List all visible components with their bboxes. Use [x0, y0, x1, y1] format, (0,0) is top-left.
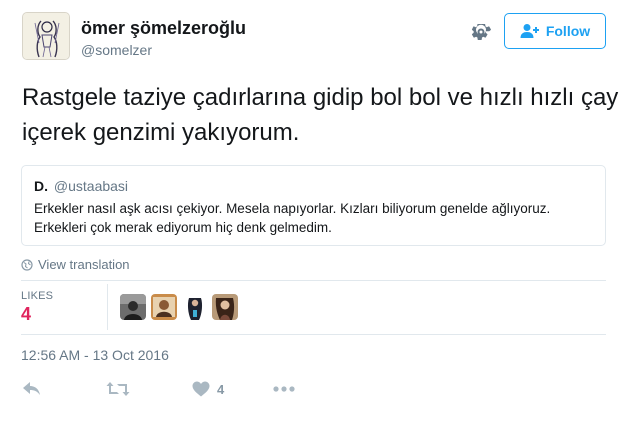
likes-label: LIKES — [21, 290, 54, 302]
liker-avatar[interactable] — [120, 294, 146, 320]
quoted-tweet[interactable]: D. @ustaabasi Erkekler nasıl aşk acısı ç… — [21, 165, 606, 246]
stats-divider-top — [21, 280, 606, 281]
liker-photo — [151, 294, 177, 320]
quoted-tweet-handle: @ustaabasi — [53, 178, 129, 194]
heart-icon — [192, 381, 210, 397]
retweet-button[interactable] — [106, 378, 130, 400]
likes-count[interactable]: 4 — [21, 304, 31, 325]
author-handle[interactable]: @somelzer — [81, 42, 152, 58]
avatar-sketch-image — [23, 13, 69, 59]
tweet-text: Rastgele taziye çadırlarına gidip bol bo… — [22, 84, 619, 146]
quoted-tweet-name: D. — [34, 178, 48, 194]
liker-photo — [182, 294, 208, 320]
like-count: 4 — [217, 381, 225, 397]
more-button[interactable] — [273, 378, 295, 400]
author-display-name[interactable]: ömer şömelzeroğlu — [81, 18, 246, 39]
follow-button-label: Follow — [545, 23, 591, 39]
follow-user-plus-icon — [520, 24, 539, 38]
view-translation-link[interactable]: View translation — [21, 257, 130, 272]
liker-photo — [120, 294, 146, 320]
quoted-tweet-header: D. @ustaabasi — [34, 178, 593, 194]
quoted-tweet-text: Erkekler nasıl aşk acısı çekiyor. Mesela… — [34, 201, 551, 235]
gear-icon[interactable] — [469, 20, 493, 44]
view-translation-label: View translation — [38, 257, 130, 272]
liker-avatar[interactable] — [182, 294, 208, 320]
globe-icon — [21, 258, 33, 271]
liker-photo — [212, 294, 238, 320]
stats-vertical-divider — [107, 284, 108, 330]
reply-icon — [23, 382, 40, 395]
retweet-icon — [106, 382, 130, 396]
liker-avatar[interactable] — [212, 294, 238, 320]
stats-divider-bottom — [21, 334, 606, 335]
tweet-timestamp[interactable]: 12:56 AM - 13 Oct 2016 — [21, 347, 169, 363]
like-button[interactable]: 4 — [192, 378, 224, 400]
liker-avatar[interactable] — [151, 294, 177, 320]
author-avatar[interactable] — [22, 12, 70, 60]
reply-button[interactable] — [22, 378, 42, 400]
more-dots-icon — [273, 386, 295, 392]
follow-button[interactable]: Follow — [504, 13, 606, 49]
